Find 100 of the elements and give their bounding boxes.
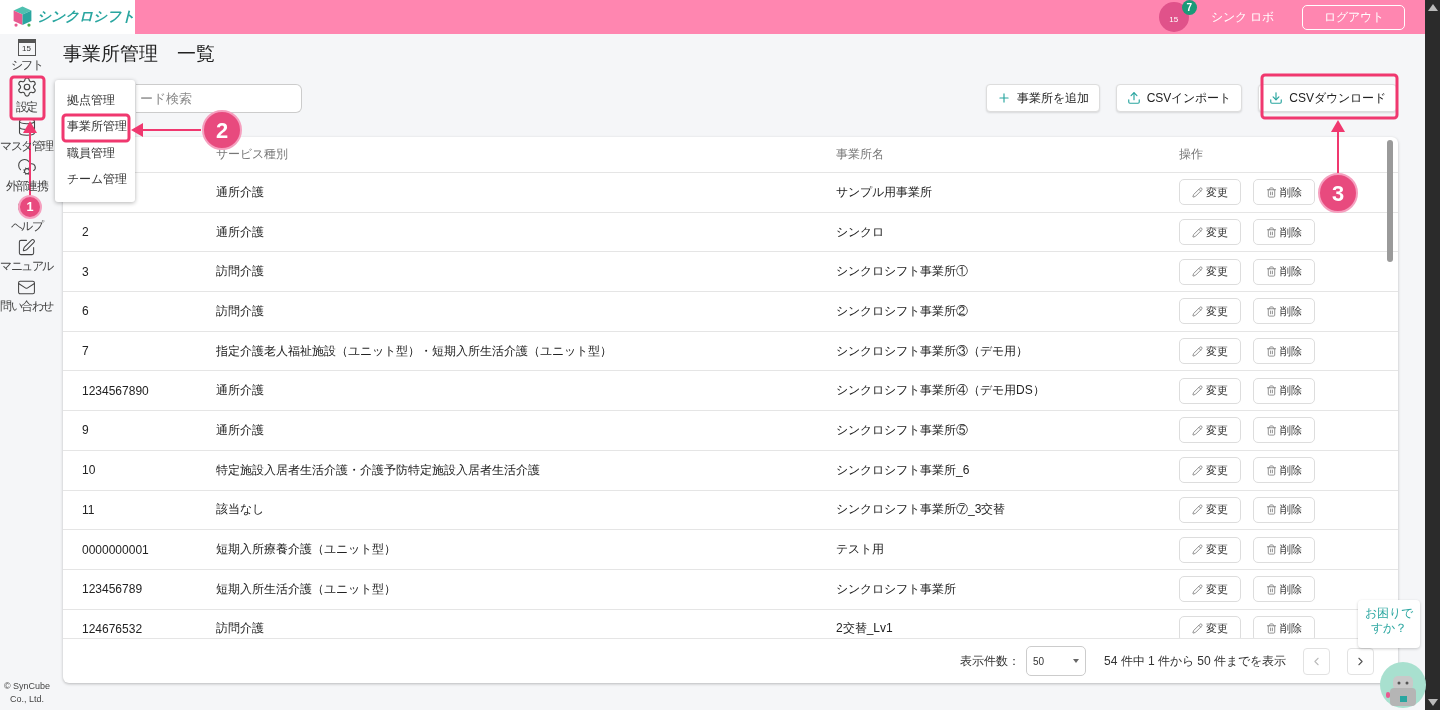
edit-button[interactable]: 変更	[1179, 457, 1241, 484]
menu-item[interactable]: 拠点管理	[55, 87, 135, 114]
table-cell-text: シンクロシフト事業所①	[836, 263, 969, 281]
delete-button[interactable]: 削除	[1253, 417, 1315, 444]
trash-icon	[1266, 385, 1277, 397]
trash-icon	[1266, 623, 1277, 635]
edit-button[interactable]: 変更	[1179, 417, 1241, 444]
delete-button[interactable]: 削除	[1253, 377, 1315, 404]
cloud-icon	[16, 157, 37, 177]
pencil-icon	[1192, 504, 1203, 516]
table-cell-text: 0000000001	[82, 542, 150, 557]
scroll-up-icon	[1427, 4, 1438, 11]
sidebar-label[interactable]: 問い合わせ	[0, 297, 53, 315]
table-cell-text: 通所介護	[216, 223, 265, 241]
trash-icon	[1266, 266, 1277, 278]
search-field[interactable]: ード検索	[136, 83, 302, 113]
upload-icon	[1126, 91, 1141, 105]
edit-button[interactable]: 変更	[1179, 536, 1241, 563]
pencil-icon	[1192, 583, 1203, 595]
edit-button[interactable]: 変更	[1179, 258, 1241, 285]
pencil-icon	[1192, 226, 1203, 238]
caret-icon	[1072, 659, 1079, 663]
delete-button[interactable]: 削除	[1253, 179, 1315, 206]
table-cell-text: 短期入所生活介護（ユニット型）	[216, 580, 397, 598]
table-cell-text: 通所介護	[216, 421, 265, 439]
delete-button[interactable]: 削除	[1253, 298, 1315, 325]
toolbar-button[interactable]: CSVダウンロード	[1258, 84, 1397, 112]
column-header: 操作	[1179, 146, 1204, 163]
toolbar-button[interactable]: 事業所を追加	[985, 84, 1100, 112]
delete-button[interactable]: 削除	[1253, 258, 1315, 285]
edit-button[interactable]: 変更	[1179, 338, 1241, 365]
edit-button[interactable]: 変更	[1179, 377, 1241, 404]
sidebar-label[interactable]: シフト	[10, 56, 43, 74]
edit-button[interactable]: 変更	[1179, 496, 1241, 523]
scroll-down-icon	[1427, 699, 1438, 706]
edit-button[interactable]: 変更	[1179, 576, 1241, 603]
table-cell-text: 9	[82, 423, 90, 438]
delete-button[interactable]: 削除	[1253, 338, 1315, 365]
sidebar-label[interactable]: ヘルプ	[10, 218, 43, 235]
scrollbar-thumb[interactable]	[1387, 140, 1393, 262]
trash-icon	[1266, 186, 1277, 198]
table-cell-text: 通所介護	[216, 382, 265, 400]
sidebar-label[interactable]: マニュアル	[0, 257, 53, 275]
table-cell-text: シンクロシフト事業所⑤	[836, 421, 969, 439]
table-cell-text: 該当なし	[216, 501, 265, 519]
callout-number: 3	[1318, 173, 1358, 213]
previous-page-button[interactable]	[1303, 647, 1330, 675]
delete-button[interactable]: 削除	[1253, 496, 1315, 523]
table-cell-text: 短期入所療養介護（ユニット型）	[216, 541, 397, 559]
edit-button[interactable]: 変更	[1179, 179, 1241, 206]
arrow	[131, 123, 202, 137]
pencil-icon	[1192, 266, 1203, 278]
next-page-button[interactable]	[1347, 647, 1374, 675]
highlight-frame	[61, 113, 131, 143]
calendar-icon: 15	[17, 38, 36, 56]
sidebar-label[interactable]: 設定	[16, 99, 37, 116]
plus-icon	[996, 91, 1011, 105]
logo-text: シンクロシフト	[37, 8, 135, 26]
toolbar-button[interactable]: CSVインポート	[1115, 84, 1243, 112]
delete-button[interactable]: 削除	[1253, 615, 1315, 638]
trash-icon	[1266, 424, 1277, 436]
trash-icon	[1266, 583, 1277, 595]
delete-button[interactable]: 削除	[1253, 576, 1315, 603]
settings-icon	[15, 76, 38, 98]
menu-item[interactable]: 事業所管理	[55, 113, 135, 140]
window-scrollbar[interactable]	[1425, 0, 1440, 710]
delete-button[interactable]: 削除	[1253, 219, 1315, 246]
table-cell-text: シンクロシフト事業所	[836, 580, 957, 598]
table-cell-text: 10	[82, 463, 97, 478]
per-page-select[interactable]: 50	[1025, 646, 1086, 676]
delete-button[interactable]: 削除	[1253, 536, 1315, 563]
table-cell-text: 訪問介護	[216, 263, 265, 281]
trash-icon	[1266, 305, 1277, 317]
robot-drawing[interactable]	[1380, 662, 1426, 708]
edit-button[interactable]: 変更	[1179, 219, 1241, 246]
column-header: 事業所名	[836, 146, 885, 163]
table-cell-text: 124676532	[82, 621, 144, 636]
table-cell-text: 特定施設入居者生活介護・介護予防特定施設入居者生活介護	[216, 461, 541, 479]
table-cell-text: 訪問介護	[216, 620, 265, 638]
copyright-text: © SynCube Co., Ltd.	[3, 680, 51, 706]
menu-item[interactable]: チーム管理	[55, 166, 135, 193]
table-cell-text: 6	[82, 304, 90, 319]
arrow	[1331, 120, 1345, 174]
trash-icon	[1266, 345, 1277, 357]
delete-button[interactable]: 削除	[1253, 457, 1315, 484]
table-cell-text: 11	[82, 502, 96, 517]
trash-icon	[1266, 544, 1277, 556]
table-cell-text: 訪問介護	[216, 302, 265, 320]
pencil-icon	[1192, 305, 1203, 317]
edit-button[interactable]: 変更	[1179, 615, 1241, 638]
per-page-label: 表示件数：	[959, 652, 1020, 670]
trash-icon	[1266, 504, 1277, 516]
table-cell-text: 123456789	[82, 582, 144, 597]
table-cell-text: 2交替_Lv1	[836, 620, 894, 638]
menu-item[interactable]: 職員管理	[55, 140, 135, 167]
pencil-icon	[1192, 464, 1203, 476]
pen-square-icon	[17, 237, 36, 257]
edit-button[interactable]: 変更	[1179, 298, 1241, 325]
table-cell-text: 指定介護老人福祉施設（ユニット型）・短期入所生活介護（ユニット型）	[216, 342, 613, 360]
table-cell-text: シンクロシフト事業所⑦_3交替	[836, 501, 1007, 519]
